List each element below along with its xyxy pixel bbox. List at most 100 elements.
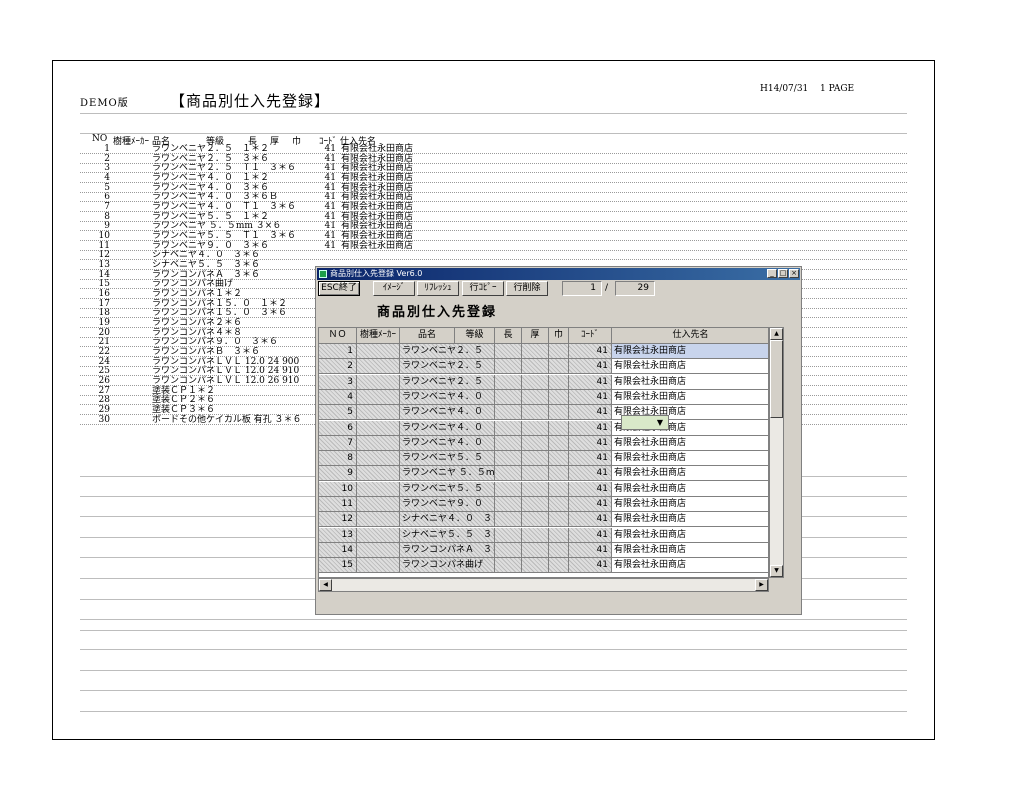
- grid-cell-supplier[interactable]: 有限会社永田商店: [612, 344, 768, 359]
- grid-header-thick[interactable]: 厚: [522, 328, 549, 344]
- delete-row-button[interactable]: 行削除: [506, 281, 548, 296]
- grid-cell-code[interactable]: 41: [569, 420, 612, 436]
- copy-row-button[interactable]: 行ｺﾋﾟｰ: [462, 281, 504, 296]
- grid-cell-code[interactable]: 41: [569, 497, 612, 512]
- grid-cell-thick[interactable]: [522, 451, 549, 467]
- grid-cell-width[interactable]: [549, 374, 569, 390]
- grid-cell-no[interactable]: 8: [319, 451, 357, 467]
- grid-header-maker[interactable]: 樹種ﾒｰｶｰ: [357, 328, 400, 344]
- grid-cell-length[interactable]: [495, 359, 522, 375]
- grid-cell-width[interactable]: [549, 389, 569, 405]
- grid-row[interactable]: 13 シナベニヤ５．５ ３＊６ 41有限会社永田商店: [319, 527, 768, 543]
- grid-cell-name[interactable]: ラワンベニヤ２．５ Ｔ１ ３＊６: [400, 374, 495, 390]
- grid-cell-length[interactable]: [495, 435, 522, 451]
- refresh-button[interactable]: ﾘﾌﾚｯｼｭ: [417, 281, 459, 296]
- grid-cell-no[interactable]: 3: [319, 374, 357, 390]
- grid-cell-thick[interactable]: [522, 389, 549, 405]
- grid-cell-width[interactable]: [549, 405, 569, 421]
- grid-cell-thick[interactable]: [522, 466, 549, 482]
- grid-cell-maker[interactable]: [357, 435, 400, 451]
- title-bar[interactable]: 商品別仕入先登録 Ver6.0 _ □ ×: [317, 268, 800, 280]
- grid-cell-no[interactable]: 14: [319, 542, 357, 558]
- grid-cell-width[interactable]: [549, 466, 569, 482]
- grid-cell-maker[interactable]: [357, 389, 400, 405]
- grid-row[interactable]: 11 ラワンベニヤ９．０ ３＊６ 41有限会社永田商店: [319, 497, 768, 512]
- grid-cell-name[interactable]: シナベニヤ４．０ ３＊６: [400, 512, 495, 528]
- grid-cell-length[interactable]: [495, 344, 522, 359]
- grid-cell-width[interactable]: [549, 451, 569, 467]
- grid-cell-code[interactable]: 41: [569, 542, 612, 558]
- grid-cell-supplier[interactable]: 有限会社永田商店: [612, 528, 768, 543]
- supplier-dropdown[interactable]: ▼: [621, 415, 669, 430]
- grid-cell-width[interactable]: [549, 359, 569, 375]
- grid-cell-maker[interactable]: [357, 558, 400, 574]
- grid-cell-width[interactable]: [549, 344, 569, 359]
- grid-cell-length[interactable]: [495, 451, 522, 467]
- arrow-right-icon[interactable]: ▶: [755, 579, 768, 591]
- grid-row[interactable]: 4 ラワンベニヤ４．０ １＊２ 41有限会社永田商店: [319, 389, 768, 405]
- grid-cell-supplier[interactable]: 有限会社永田商店: [612, 497, 768, 512]
- close-button[interactable]: ×: [789, 269, 799, 278]
- grid-row[interactable]: 8 ラワンベニヤ５．５ １＊２ 41有限会社永田商店: [319, 451, 768, 467]
- esc-exit-button[interactable]: ESC終了: [318, 281, 360, 296]
- grid-cell-thick[interactable]: [522, 359, 549, 375]
- grid-cell-thick[interactable]: [522, 344, 549, 359]
- triangle-down-icon[interactable]: ▼: [657, 416, 663, 430]
- grid-cell-supplier[interactable]: 有限会社永田商店: [612, 512, 768, 528]
- grid-row[interactable]: 7 ラワンベニヤ４．０ Ｔ１ ３＊６ 41有限会社永田商店: [319, 435, 768, 451]
- horizontal-scrollbar[interactable]: ◀ ▶: [318, 578, 769, 592]
- grid-cell-code[interactable]: 41: [569, 451, 612, 467]
- grid-cell-width[interactable]: [549, 497, 569, 512]
- grid-cell-maker[interactable]: [357, 481, 400, 497]
- grid-cell-thick[interactable]: [522, 420, 549, 436]
- grid-row[interactable]: 9 ラワンベニヤ ５．５mm ３×６ 41有限会社永田商店: [319, 466, 768, 482]
- grid-cell-length[interactable]: [495, 405, 522, 421]
- grid-cell-maker[interactable]: [357, 420, 400, 436]
- grid-cell-length[interactable]: [495, 527, 522, 543]
- grid-cell-no[interactable]: 6: [319, 420, 357, 436]
- grid-cell-code[interactable]: 41: [569, 344, 612, 359]
- grid-cell-supplier[interactable]: 有限会社永田商店: [612, 451, 768, 467]
- grid-cell-supplier[interactable]: 有限会社永田商店: [612, 390, 768, 405]
- grid-cell-no[interactable]: 1: [319, 344, 357, 359]
- grid-cell-name[interactable]: ラワンベニヤ２．５ ３＊６: [400, 359, 495, 375]
- grid-cell-name[interactable]: ラワンコンパネ曲げ: [400, 558, 495, 574]
- grid-row[interactable]: 12 シナベニヤ４．０ ３＊６ 41有限会社永田商店: [319, 512, 768, 528]
- grid-header-grade[interactable]: 等級: [455, 328, 495, 344]
- grid-cell-no[interactable]: 15: [319, 558, 357, 574]
- grid-cell-no[interactable]: 2: [319, 359, 357, 375]
- grid-row[interactable]: 6ラワンベニヤ４．０ ３＊６Ｂ41有限会社永田商店: [319, 420, 768, 436]
- vertical-scrollbar[interactable]: ▲ ▼: [769, 327, 784, 578]
- grid-cell-supplier[interactable]: 有限会社永田商店: [612, 558, 768, 574]
- grid-cell-length[interactable]: [495, 497, 522, 512]
- grid-cell-width[interactable]: [549, 435, 569, 451]
- grid-cell-width[interactable]: [549, 420, 569, 436]
- grid-cell-length[interactable]: [495, 558, 522, 574]
- grid-header-name[interactable]: 品名: [400, 328, 455, 344]
- grid-cell-thick[interactable]: [522, 527, 549, 543]
- grid-row[interactable]: 2 ラワンベニヤ２．５ ３＊６ 41有限会社永田商店: [319, 359, 768, 375]
- grid-cell-maker[interactable]: [357, 466, 400, 482]
- grid-cell-thick[interactable]: [522, 558, 549, 574]
- grid-header-supplier[interactable]: 仕入先名: [612, 328, 768, 344]
- grid-cell-thick[interactable]: [522, 542, 549, 558]
- grid-cell-maker[interactable]: [357, 359, 400, 375]
- grid-cell-thick[interactable]: [522, 497, 549, 512]
- grid-cell-maker[interactable]: [357, 374, 400, 390]
- grid-cell-name[interactable]: ラワンベニヤ５．５ Ｔ１ ３＊６: [400, 481, 495, 497]
- grid-cell-code[interactable]: 41: [569, 374, 612, 390]
- grid-cell-supplier[interactable]: 有限会社永田商店: [612, 375, 768, 390]
- grid-cell-length[interactable]: [495, 542, 522, 558]
- grid-cell-width[interactable]: [549, 481, 569, 497]
- grid-cell-width[interactable]: [549, 512, 569, 528]
- grid-cell-code[interactable]: 41: [569, 405, 612, 421]
- minimize-button[interactable]: _: [767, 269, 777, 278]
- grid-cell-supplier[interactable]: 有限会社永田商店: [612, 436, 768, 451]
- grid-cell-code[interactable]: 41: [569, 435, 612, 451]
- maximize-button[interactable]: □: [778, 269, 788, 278]
- grid-cell-thick[interactable]: [522, 374, 549, 390]
- grid-cell-thick[interactable]: [522, 481, 549, 497]
- scroll-thumb[interactable]: [770, 340, 783, 418]
- grid-cell-maker[interactable]: [357, 451, 400, 467]
- grid-cell-code[interactable]: 41: [569, 558, 612, 574]
